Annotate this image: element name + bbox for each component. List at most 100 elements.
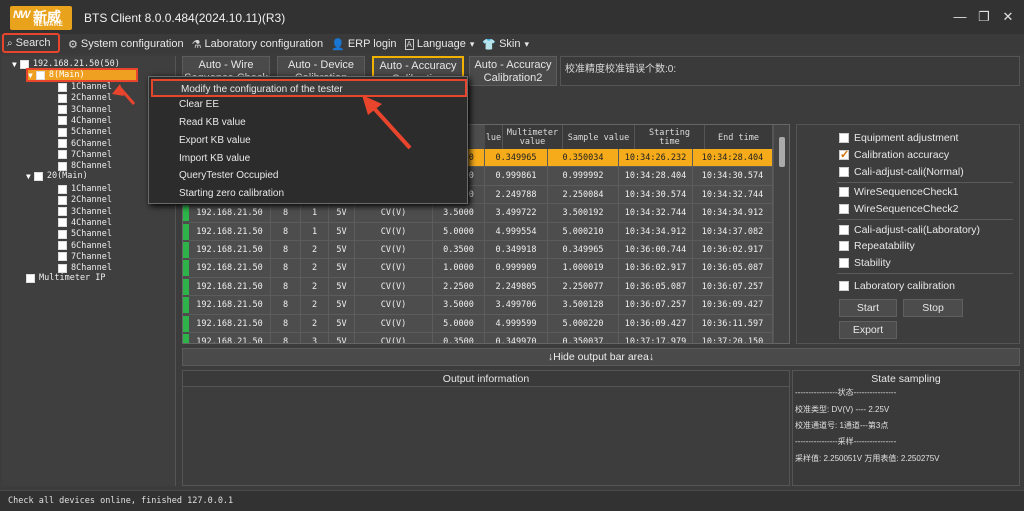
checkbox[interactable] xyxy=(839,241,849,251)
table-row[interactable]: 192.168.21.50 8 1 5V CV(V) 3.5000 3.499722 3.50… xyxy=(183,204,773,223)
checkbox[interactable] xyxy=(33,171,43,181)
table-cell: 10:34:34.912 xyxy=(619,222,693,241)
tree-node-channel[interactable]: 6Channel xyxy=(58,138,112,150)
laboratory-configuration-menu[interactable]: ⚗ Laboratory configuration xyxy=(188,34,328,54)
context-menu-item[interactable]: Starting zero calibration xyxy=(179,185,284,203)
option-laboratory-calibration[interactable]: Laboratory calibration xyxy=(839,279,955,293)
tree-node-channel[interactable]: 6Channel xyxy=(58,240,112,252)
checkbox[interactable] xyxy=(839,225,849,235)
table-cell: 8 xyxy=(271,259,301,278)
tree-node-channel[interactable]: 3Channel xyxy=(58,206,112,218)
close-button[interactable]: ✕ xyxy=(998,8,1018,26)
restore-button[interactable]: ❐ xyxy=(974,8,994,26)
checkbox[interactable] xyxy=(839,133,849,143)
option-calibration-accuracy[interactable]: Calibration accuracy xyxy=(839,148,949,162)
checkbox[interactable] xyxy=(58,241,67,250)
tree-node-main8[interactable]: ▼ 8(Main) xyxy=(26,68,138,82)
checkbox[interactable] xyxy=(58,150,67,160)
table-cell: 5V xyxy=(329,333,355,343)
checkbox[interactable] xyxy=(58,218,67,228)
skin-menu[interactable]: 👕 Skin ▾ xyxy=(478,34,533,54)
option-stability[interactable]: Stability xyxy=(839,256,891,270)
table-row[interactable]: 192.168.21.50 8 1 5V CV(V) 5.0000 4.999554 5.00… xyxy=(183,222,773,241)
tree-node-channel[interactable]: 7Channel xyxy=(58,251,112,263)
erp-login-menu[interactable]: 👤 ERP login xyxy=(327,34,400,54)
tree-node-channel[interactable]: 7Channel xyxy=(58,149,112,161)
tree-node-channel[interactable]: 2Channel xyxy=(58,194,112,206)
option-wire-sequence-check1[interactable]: WireSequenceCheck1 xyxy=(839,185,958,199)
tree-node-channel[interactable]: 2Channel xyxy=(58,92,112,104)
system-configuration-menu[interactable]: ⚙ System configuration xyxy=(64,34,188,54)
context-menu-item[interactable]: Clear EE xyxy=(179,96,219,114)
checkbox[interactable] xyxy=(58,229,67,239)
vertical-scrollbar[interactable] xyxy=(773,125,789,343)
table-row[interactable]: 192.168.21.50 8 2 5V CV(V) 5.0000 4.999599 5.00… xyxy=(183,314,773,333)
checkbox[interactable] xyxy=(58,116,67,126)
tree-node-channel[interactable]: 3Channel xyxy=(58,104,112,116)
checkbox[interactable] xyxy=(58,127,67,137)
minimize-button[interactable]: — xyxy=(950,8,970,26)
context-menu-item[interactable]: Modify the configuration of the tester xyxy=(151,79,467,97)
option-cali-adjust-normal[interactable]: Cali-adjust-cali(Normal) xyxy=(839,165,964,179)
tab-accuracy-calibration2[interactable]: Auto - Accuracy Calibration2 xyxy=(469,56,557,86)
checkbox[interactable] xyxy=(35,70,45,80)
table-cell: 5V xyxy=(329,296,355,315)
checkbox[interactable] xyxy=(839,258,849,268)
checkbox-checked[interactable] xyxy=(839,148,849,161)
tree-node-channel[interactable]: 4Channel xyxy=(58,115,112,127)
context-menu-item[interactable]: Import KB value xyxy=(179,150,250,168)
checkbox[interactable] xyxy=(58,139,67,148)
table-row[interactable]: 192.168.21.50 8 2 5V CV(V) 2.2500 2.249805 2.25… xyxy=(183,277,773,297)
checkbox[interactable] xyxy=(58,195,67,205)
table-cell: 0.350037 xyxy=(548,333,619,343)
language-menu[interactable]: A Language ▾ xyxy=(401,34,479,54)
column-header[interactable]: Sample value xyxy=(563,125,635,151)
table-cell: 10:34:37.082 xyxy=(693,222,773,241)
table-cell: 2.250084 xyxy=(548,185,619,205)
scrollbar-thumb[interactable] xyxy=(779,137,785,167)
tree-node-channel[interactable]: 5Channel xyxy=(58,228,112,240)
context-menu-item[interactable]: Export KB value xyxy=(179,132,251,150)
checkbox[interactable] xyxy=(58,93,67,103)
tree-node-channel[interactable]: 5Channel xyxy=(58,126,112,138)
checkbox[interactable] xyxy=(26,273,35,283)
search-button[interactable]: ⌕ Search xyxy=(2,33,60,53)
option-label: Laboratory calibration xyxy=(854,280,955,292)
tree-node-channel[interactable]: 1Channel xyxy=(58,81,112,93)
tree-node-channel-label: 6Channel xyxy=(71,138,112,149)
option-repeatability[interactable]: Repeatability xyxy=(839,239,915,253)
table-row[interactable]: 192.168.21.50 8 2 5V CV(V) 0.3500 0.349918 0.34… xyxy=(183,241,773,260)
option-wire-sequence-check2[interactable]: WireSequenceCheck2 xyxy=(839,202,958,216)
column-header[interactable]: Multimeter value xyxy=(503,125,563,151)
hide-output-bar-button[interactable]: ↓Hide output bar area↓ xyxy=(182,348,1020,366)
column-header[interactable]: End time xyxy=(705,125,773,151)
checkbox[interactable] xyxy=(58,207,67,217)
option-label: Cali-adjust-cali(Laboratory) xyxy=(854,224,981,236)
tree-node-multimeter[interactable]: Multimeter IP xyxy=(26,272,106,284)
checkbox[interactable] xyxy=(58,252,67,262)
table-cell: 5.0000 xyxy=(433,222,485,241)
context-menu-item[interactable]: QueryTester Occupied xyxy=(179,167,279,185)
checkbox[interactable] xyxy=(839,204,849,214)
table-row[interactable]: 192.168.21.50 8 2 5V CV(V) 1.0000 0.999909 1.00… xyxy=(183,259,773,278)
checkbox[interactable] xyxy=(839,187,849,197)
option-equipment-adjustment[interactable]: Equipment adjustment xyxy=(839,131,958,145)
checkbox[interactable] xyxy=(58,184,67,194)
checkbox[interactable] xyxy=(58,105,67,115)
table-row[interactable]: 192.168.21.50 8 2 5V CV(V) 3.5000 3.499706 3.50… xyxy=(183,296,773,315)
start-button[interactable]: Start xyxy=(839,299,897,317)
checkbox[interactable] xyxy=(839,281,849,291)
tree-node-main20[interactable]: ▼ 20(Main) xyxy=(26,170,88,182)
stop-button[interactable]: Stop xyxy=(903,299,963,317)
table-cell: 2.250077 xyxy=(548,277,619,297)
tree-node-channel[interactable]: 1Channel xyxy=(58,183,112,195)
column-header[interactable]: Starting time xyxy=(635,125,705,151)
context-menu-item[interactable]: Read KB value xyxy=(179,114,246,132)
checkbox[interactable] xyxy=(839,167,849,177)
column-header[interactable]: lue xyxy=(485,125,503,151)
checkbox[interactable] xyxy=(58,82,67,92)
option-cali-adjust-laboratory[interactable]: Cali-adjust-cali(Laboratory) xyxy=(839,223,980,237)
table-row[interactable]: 192.168.21.50 8 3 5V CV(V) 0.3500 0.349970 0.35… xyxy=(183,333,773,343)
export-button[interactable]: Export xyxy=(839,321,897,339)
tree-node-channel[interactable]: 4Channel xyxy=(58,217,112,229)
